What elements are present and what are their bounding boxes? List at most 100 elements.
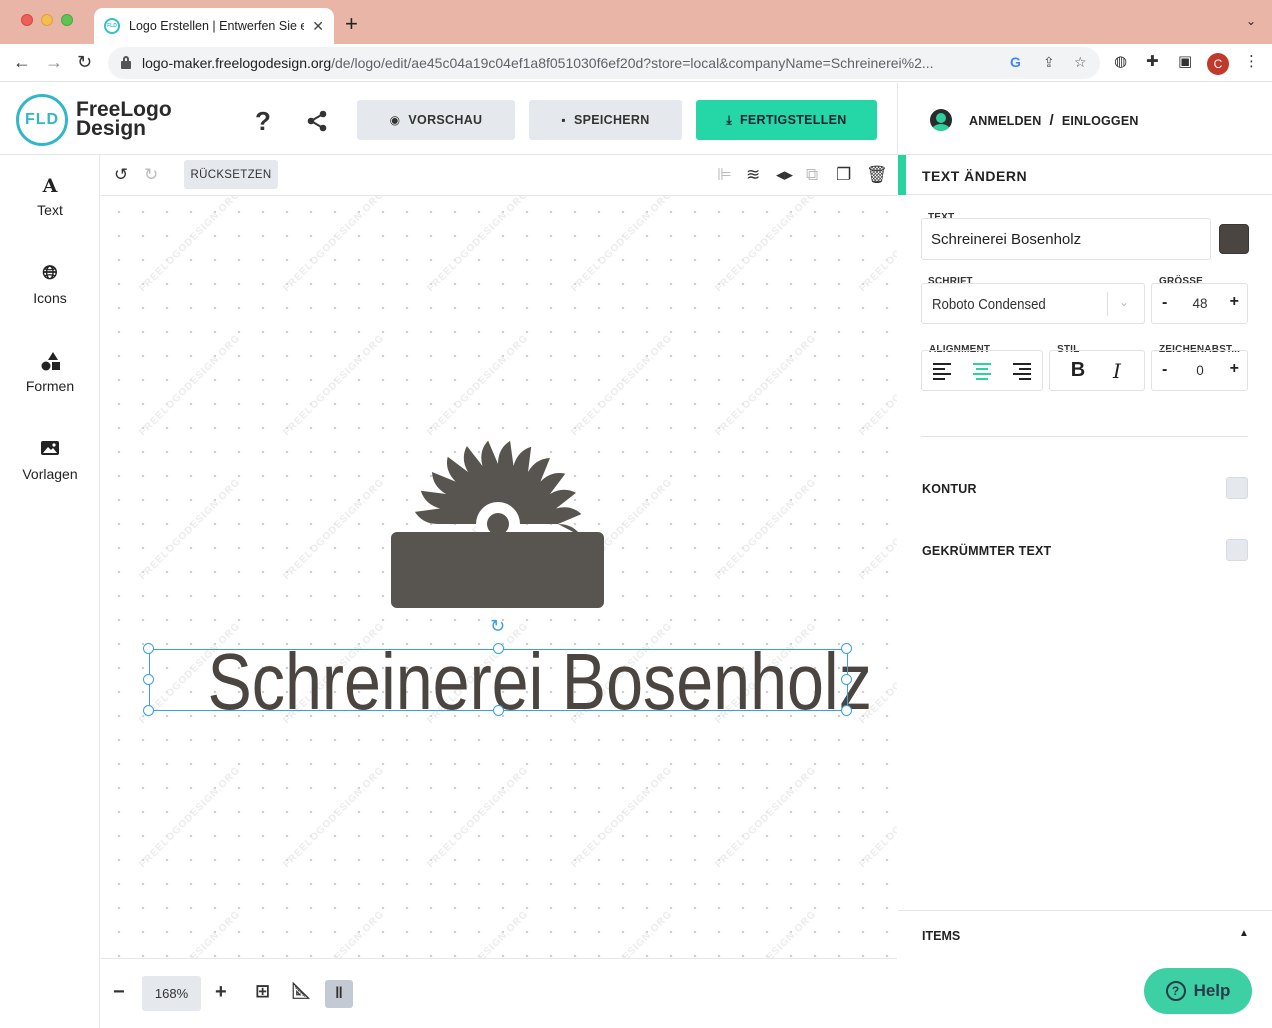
resize-handle-bottom-right[interactable]: [841, 705, 852, 716]
reload-icon[interactable]: ↻: [77, 52, 92, 73]
grid-icon[interactable]: ⊞: [255, 981, 270, 1002]
watermark-text: FREELOGODESIGN.ORG: [137, 332, 243, 439]
window-maximize-button[interactable]: [61, 14, 73, 26]
watermark-text: FREELOGODESIGN.ORG: [281, 909, 386, 958]
flip-horizontal-icon[interactable]: ◂▸: [776, 165, 793, 185]
watermark-text: FREELOGODESIGN.ORG: [713, 476, 819, 583]
undo-icon[interactable]: ↺: [114, 165, 128, 185]
watermark-text: FREELOGODESIGN.ORG: [857, 476, 897, 583]
font-size-stepper: - 48 +: [1151, 283, 1248, 324]
spacing-value[interactable]: 0: [1180, 363, 1220, 378]
browser-menu-icon[interactable]: ⋮: [1244, 52, 1259, 70]
resize-handle-top-left[interactable]: [143, 643, 154, 654]
design-canvas[interactable]: FREELOGODESIGN.ORG FREELOGODESIGN.ORG FREE…: [101, 196, 897, 958]
italic-button[interactable]: I: [1105, 359, 1129, 383]
align-left-icon[interactable]: [933, 363, 953, 380]
window-minimize-button[interactable]: [41, 14, 53, 26]
size-decrease-button[interactable]: -: [1162, 294, 1167, 312]
share-page-icon[interactable]: ⇪: [1043, 54, 1055, 71]
zoom-bar: − 168% + ⊞ 📐︎ ‖: [101, 958, 897, 1028]
watermark-text: FREELOGODESIGN.ORG: [425, 332, 531, 439]
spacing-decrease-button[interactable]: -: [1162, 361, 1167, 379]
font-select-divider: [1107, 292, 1108, 316]
duplicate-icon[interactable]: ❐: [836, 165, 851, 185]
resize-handle-top[interactable]: [493, 643, 504, 654]
align-right-icon[interactable]: [1013, 363, 1033, 380]
forward-arrow-icon[interactable]: →: [45, 52, 63, 73]
address-bar[interactable]: logo-maker.freelogodesign.org/de/logo/ed…: [108, 47, 1100, 79]
shapes-icon: [0, 351, 100, 373]
bookmark-star-icon[interactable]: ☆: [1074, 54, 1087, 71]
text-color-swatch[interactable]: [1219, 224, 1249, 254]
share-icon[interactable]: [306, 110, 328, 132]
tab-search-chevron-icon[interactable]: ⌄: [1246, 14, 1256, 28]
window-close-button[interactable]: [21, 14, 33, 26]
outline-toggle[interactable]: [1226, 477, 1248, 499]
password-manager-icon[interactable]: ◍: [1114, 52, 1127, 70]
trash-icon[interactable]: 🗑︎: [866, 165, 888, 185]
saw-blade-icon[interactable]: [391, 440, 604, 608]
align-left-objects-icon[interactable]: ⊫: [717, 165, 732, 185]
tab-close-icon[interactable]: ✕: [312, 18, 324, 35]
bold-button[interactable]: B: [1066, 359, 1090, 383]
items-section-header[interactable]: ITEMS ▲: [898, 910, 1272, 958]
resize-handle-bottom[interactable]: [493, 705, 504, 716]
browser-tab-active[interactable]: FLD Logo Erstellen | Entwerfen Sie e ✕: [94, 8, 334, 44]
tools-sidebar: A Text 🌐︎ Icons Formen Vorlagen: [0, 155, 100, 1028]
resize-handle-left[interactable]: [143, 674, 154, 685]
user-avatar-icon[interactable]: [930, 109, 952, 131]
ruler-icon[interactable]: 📐︎: [291, 981, 311, 1001]
layers-icon[interactable]: ≋: [746, 165, 760, 185]
register-link[interactable]: ANMELDEN: [969, 114, 1041, 128]
watermark-text: FREELOGODESIGN.ORG: [713, 764, 819, 871]
zoom-in-icon[interactable]: +: [215, 981, 227, 1004]
extensions-puzzle-icon[interactable]: ✚: [1146, 52, 1159, 70]
sidebar-item-text[interactable]: A Text: [0, 175, 100, 218]
help-button[interactable]: ? Help: [1144, 968, 1252, 1014]
brand-logo-line2: Design: [76, 117, 147, 140]
brand-logo-text[interactable]: FreeLogo Design: [76, 99, 172, 140]
sidebar-item-icons[interactable]: 🌐︎ Icons: [0, 263, 100, 306]
guides-toggle-icon[interactable]: ‖: [325, 980, 353, 1008]
google-lens-icon[interactable]: G: [1010, 54, 1021, 70]
watermark-text: FREELOGODESIGN.ORG: [137, 909, 242, 958]
size-increase-button[interactable]: +: [1230, 293, 1239, 311]
text-input[interactable]: Schreinerei Bosenholz: [921, 218, 1211, 260]
back-arrow-icon[interactable]: ←: [13, 52, 31, 73]
align-center-icon[interactable]: [973, 363, 993, 380]
image-icon: [0, 439, 100, 461]
sidebar-item-shapes[interactable]: Formen: [0, 351, 100, 394]
resize-handle-top-right[interactable]: [841, 643, 852, 654]
watermark-text: FREELOGODESIGN.ORG: [281, 476, 387, 583]
zoom-out-icon[interactable]: −: [113, 981, 125, 1004]
canvas-toolbar: ↺ ↻ RÜCKSETZEN ⊫ ≋ ◂▸ ⧉ ❐ 🗑︎: [101, 155, 897, 196]
font-select[interactable]: Roboto Condensed ⌄: [921, 283, 1145, 324]
watermark-text: FREELOGODESIGN.ORG: [857, 196, 897, 295]
panel-header: TEXT ÄNDERN: [898, 155, 1272, 195]
rotate-handle-icon[interactable]: ↻: [490, 616, 505, 637]
spacing-increase-button[interactable]: +: [1230, 360, 1239, 378]
reset-button[interactable]: RÜCKSETZEN: [184, 160, 278, 189]
login-link[interactable]: EINLOGGEN: [1062, 114, 1139, 128]
side-panel-icon[interactable]: ▣: [1178, 52, 1192, 70]
size-value[interactable]: 48: [1180, 296, 1220, 311]
resize-handle-right[interactable]: [841, 674, 852, 685]
save-button[interactable]: ▪ SPEICHERN: [529, 100, 682, 140]
finish-button[interactable]: ⤓ FERTIGSTELLEN: [696, 100, 877, 140]
zoom-level[interactable]: 168%: [142, 976, 201, 1011]
style-group: B I: [1049, 350, 1145, 391]
brand-logo-mark[interactable]: FLD: [16, 94, 68, 146]
resize-handle-bottom-left[interactable]: [143, 705, 154, 716]
header-divider: [897, 83, 898, 155]
new-tab-button[interactable]: +: [345, 11, 358, 37]
group-objects-icon[interactable]: ⧉: [806, 165, 818, 185]
curved-text-toggle[interactable]: [1226, 539, 1248, 561]
profile-avatar[interactable]: C: [1207, 53, 1229, 75]
help-circle-icon: ?: [1165, 981, 1186, 1001]
redo-icon[interactable]: ↻: [144, 165, 158, 185]
help-question-icon[interactable]: ?: [255, 106, 271, 137]
watermark-text: FREELOGODESIGN.ORG: [281, 332, 387, 439]
sidebar-item-templates[interactable]: Vorlagen: [0, 439, 100, 482]
outline-label: KONTUR: [922, 482, 977, 496]
preview-button[interactable]: ◉ VORSCHAU: [357, 100, 515, 140]
